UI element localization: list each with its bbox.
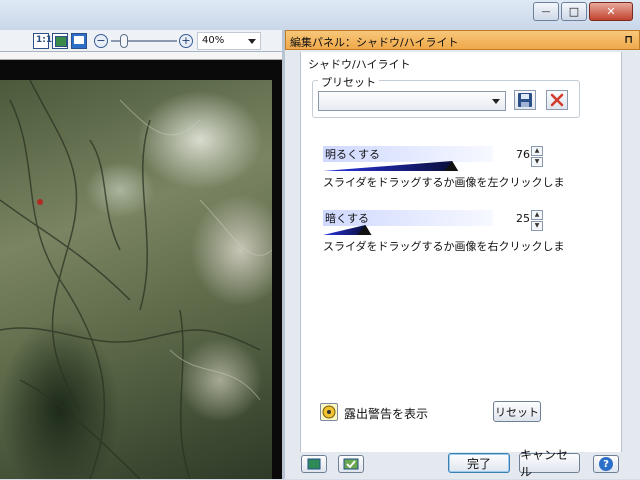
brighten-value[interactable]: 76 [506, 148, 530, 164]
maximize-button[interactable]: □ [561, 2, 587, 21]
delete-preset-button[interactable] [546, 90, 568, 110]
maximize-icon: □ [568, 5, 580, 18]
edit-panel-header: 編集パネル：シャドウ/ハイライト ⊓ [285, 30, 640, 50]
darken-decrement-button[interactable]: ▼ [531, 221, 543, 231]
zoom-in-icon: + [181, 34, 191, 47]
full-screen-icon [74, 36, 84, 44]
brighten-slider-header: 明るくする [323, 146, 493, 162]
fit-window-button[interactable] [52, 33, 68, 49]
zoom-select[interactable]: 40% [197, 32, 261, 50]
darken-slider-header: 暗くする [323, 210, 493, 226]
canvas-border-right [272, 60, 282, 479]
actual-size-button[interactable]: 1:1 [33, 33, 53, 49]
full-screen-button[interactable] [71, 33, 87, 49]
darken-slider[interactable] [323, 225, 493, 235]
zoom-out-icon: − [96, 34, 106, 47]
section-title: シャドウ/ハイライト [308, 58, 411, 71]
zoom-level-value: 40% [202, 35, 225, 46]
canvas-border [0, 60, 282, 80]
zoom-out-button[interactable]: − [94, 34, 108, 48]
panel-dock-button[interactable] [301, 455, 327, 473]
minimize-button[interactable]: — [533, 2, 559, 21]
exposure-warning-toggle[interactable] [320, 403, 338, 421]
brighten-increment-button[interactable]: ▲ [531, 146, 543, 156]
edit-panel-title: 編集パネル：シャドウ/ハイライト [290, 36, 459, 49]
panel-apply-button[interactable] [338, 455, 364, 473]
darken-slider-fill [323, 225, 372, 235]
fit-window-icon [55, 36, 67, 47]
preset-label: プリセット [318, 74, 379, 90]
zoom-in-button[interactable]: + [179, 34, 193, 48]
delete-icon [550, 93, 564, 107]
darken-value[interactable]: 25 [506, 212, 530, 228]
brighten-slider-fill [323, 161, 459, 171]
image-toolbar: 1:1 − + 40% [0, 30, 282, 52]
darken-label: 暗くする [325, 212, 369, 225]
check-window-icon [343, 458, 359, 470]
cancel-button[interactable]: キャンセル [519, 448, 580, 479]
ruler [0, 52, 282, 60]
actual-size-icon: 1:1 [36, 35, 53, 45]
reset-button[interactable]: リセット [493, 401, 541, 422]
close-button[interactable]: ✕ [589, 2, 633, 21]
close-icon: ✕ [606, 5, 616, 18]
exposure-warning-icon [322, 405, 336, 419]
preset-select[interactable] [318, 91, 506, 111]
brighten-decrement-button[interactable]: ▼ [531, 157, 543, 167]
help-icon: ? [599, 457, 613, 471]
photo-texture [0, 80, 272, 479]
image-canvas[interactable] [0, 80, 272, 479]
chevron-down-icon [492, 99, 500, 104]
brighten-slider[interactable] [323, 161, 493, 171]
help-button[interactable]: ? [593, 455, 619, 473]
save-preset-button[interactable] [514, 90, 536, 110]
darken-hint: スライダをドラッグするか画像を右クリックしま [323, 240, 565, 253]
done-button[interactable]: 完了 [448, 453, 510, 473]
darken-increment-button[interactable]: ▲ [531, 210, 543, 220]
zoom-slider-thumb[interactable] [120, 34, 128, 48]
exposure-warning-label: 露出警告を表示 [344, 407, 429, 421]
minimize-icon: — [541, 6, 551, 17]
save-icon [518, 93, 532, 107]
brighten-hint: スライダをドラッグするか画像を左クリックしま [323, 176, 565, 189]
window-icon [307, 458, 321, 470]
brighten-label: 明るくする [325, 148, 380, 161]
pin-icon[interactable]: ⊓ [624, 33, 633, 46]
chevron-down-icon [248, 39, 256, 44]
window-titlebar: — □ ✕ [0, 0, 640, 30]
